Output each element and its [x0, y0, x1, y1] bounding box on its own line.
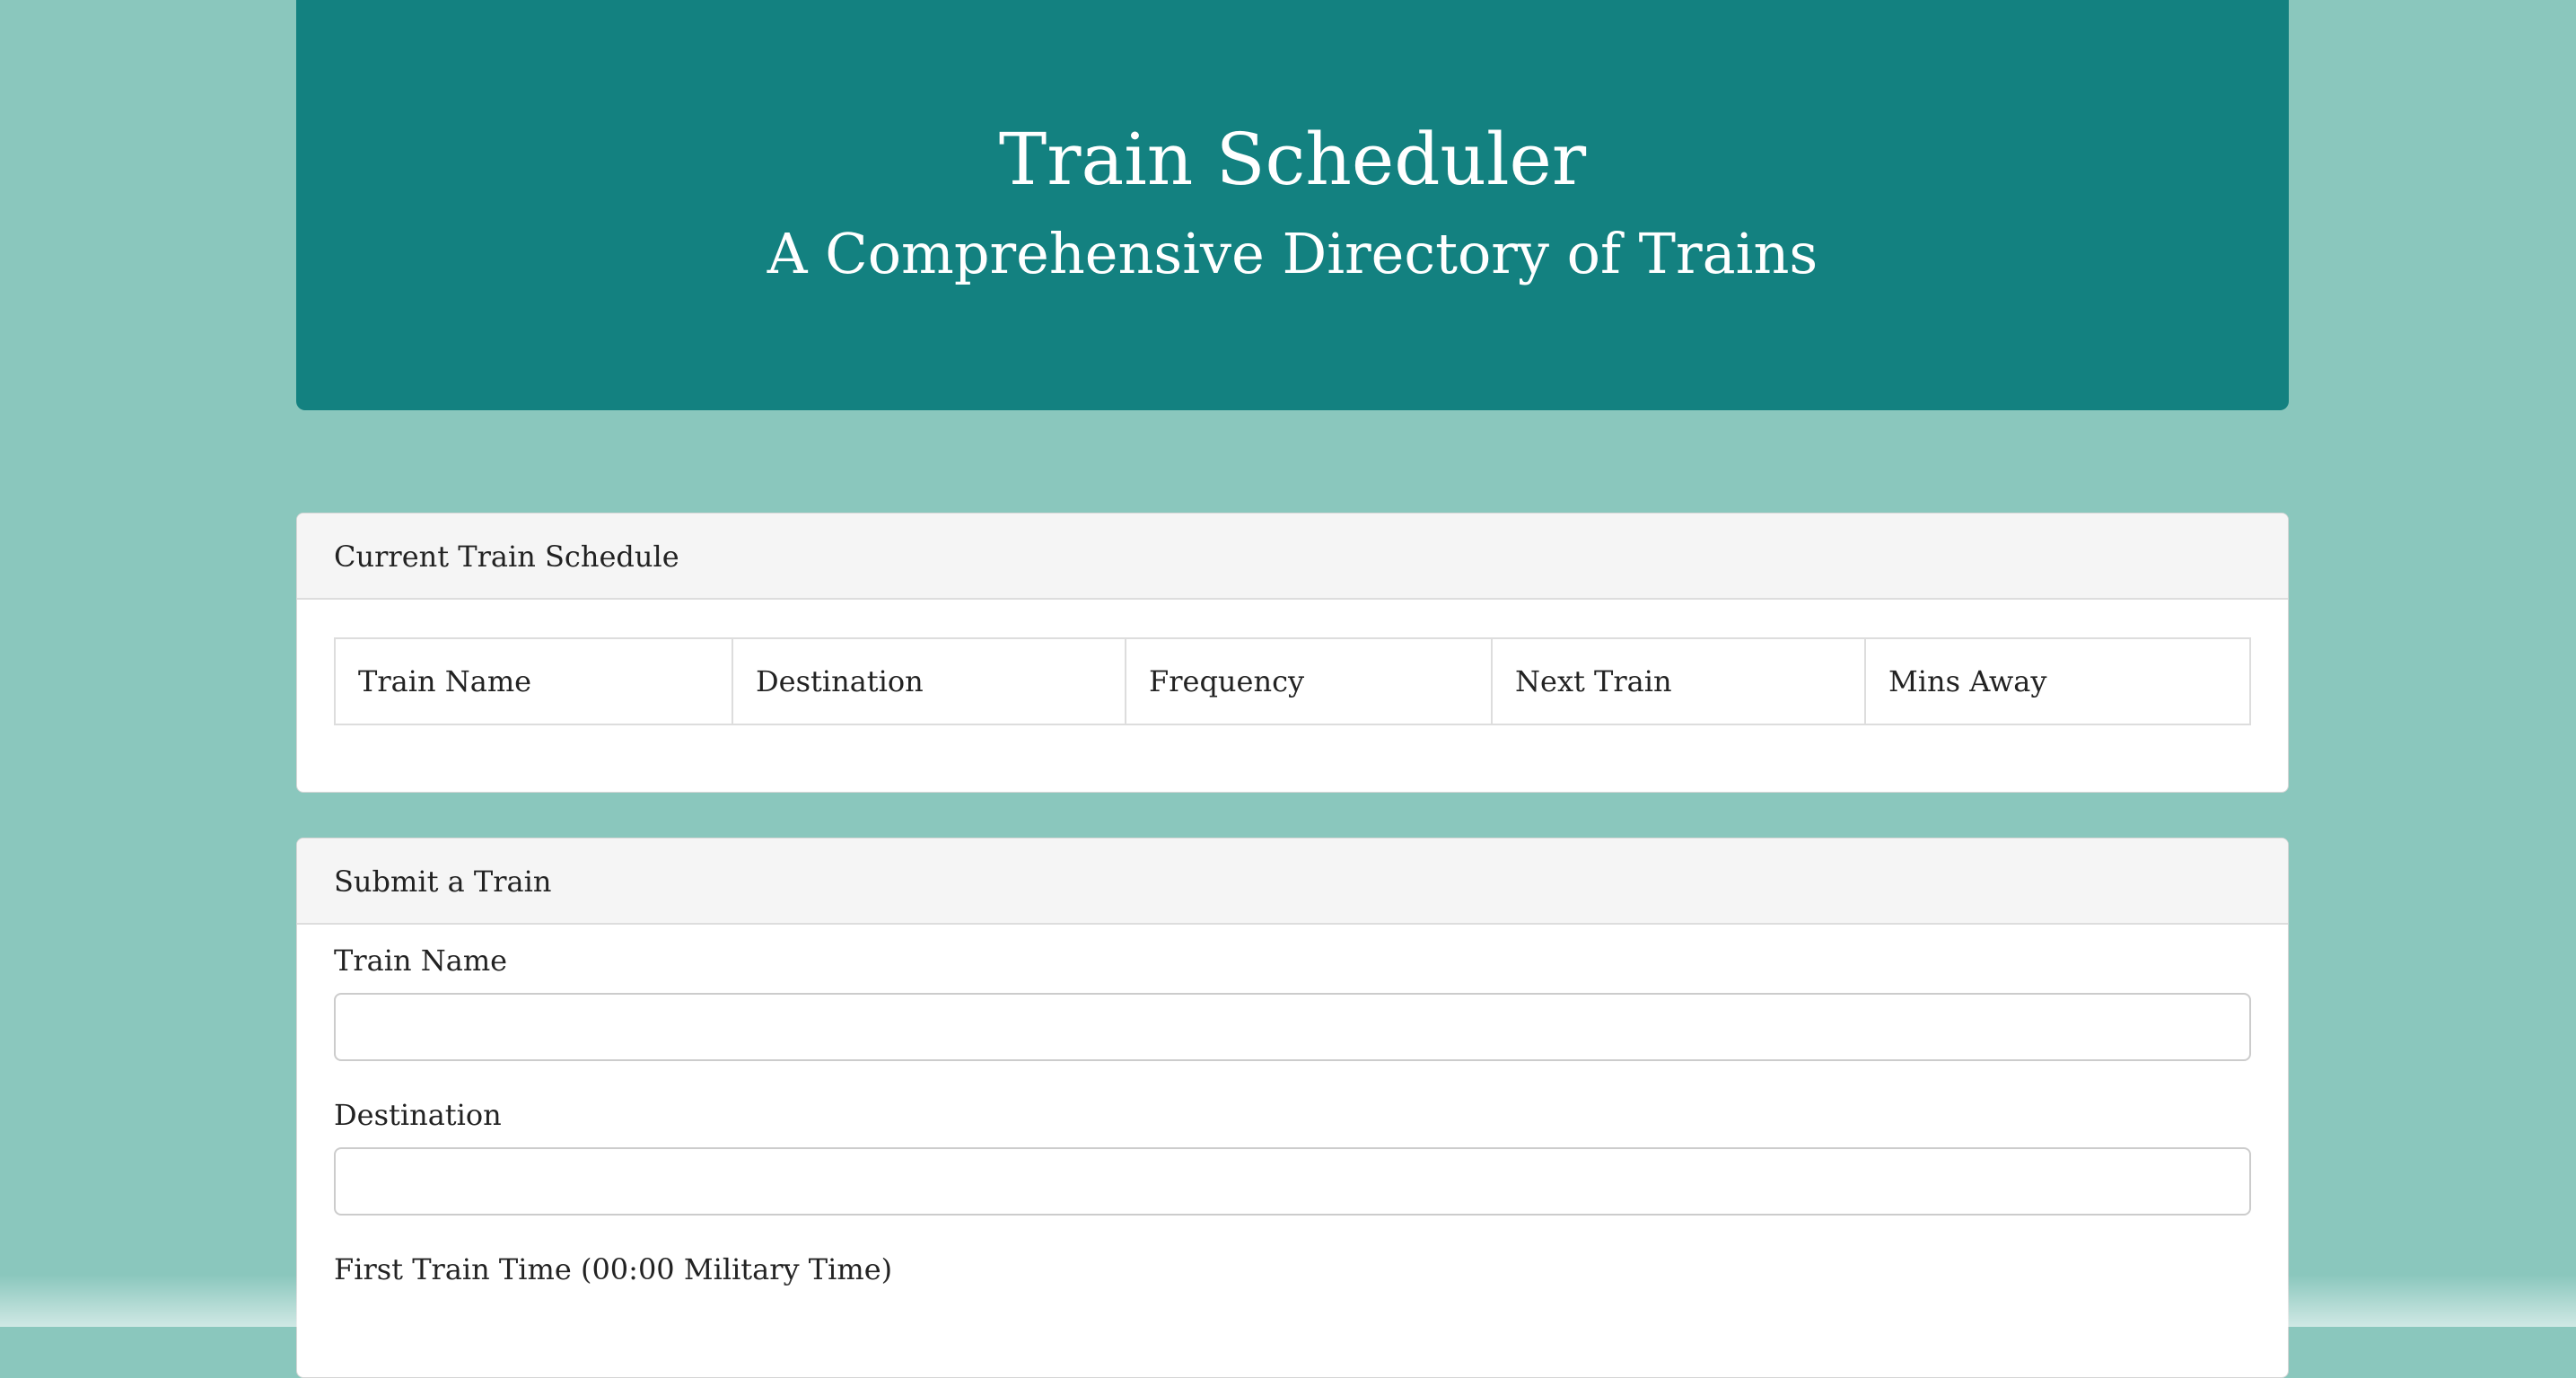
page-subtitle: A Comprehensive Directory of Trains	[767, 221, 1818, 286]
table-header-row: Train Name Destination Frequency Next Tr…	[334, 637, 2251, 725]
column-header-mins-away: Mins Away	[1864, 637, 2251, 725]
header-banner: Train Scheduler A Comprehensive Director…	[296, 0, 2289, 410]
train-name-label: Train Name	[334, 944, 508, 978]
train-name-input[interactable]	[334, 993, 2251, 1061]
schedule-table: Train Name Destination Frequency Next Tr…	[334, 637, 2251, 725]
first-train-time-label: First Train Time (00:00 Military Time)	[334, 1252, 893, 1286]
destination-input[interactable]	[334, 1147, 2251, 1216]
submit-panel: Submit a Train Train Name Destination Fi…	[296, 838, 2289, 1378]
column-header-frequency: Frequency	[1125, 637, 1493, 725]
submit-panel-heading: Submit a Train	[297, 838, 2288, 925]
column-header-train-name: Train Name	[334, 637, 733, 725]
column-header-next-train: Next Train	[1491, 637, 1866, 725]
column-header-destination: Destination	[732, 637, 1126, 725]
destination-label: Destination	[334, 1098, 502, 1132]
schedule-panel: Current Train Schedule Train Name Destin…	[296, 513, 2289, 793]
schedule-panel-heading: Current Train Schedule	[297, 513, 2288, 600]
page-title: Train Scheduler	[998, 118, 1587, 201]
